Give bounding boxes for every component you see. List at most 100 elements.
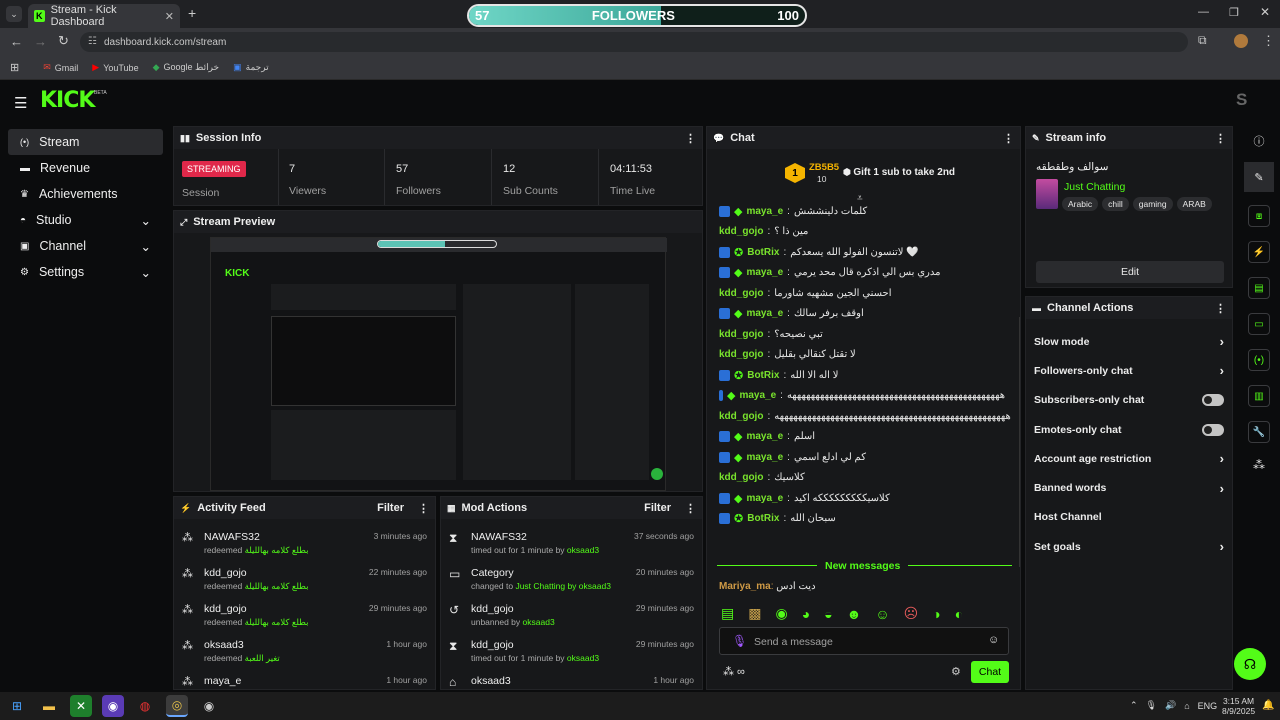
emote-icon[interactable]: ☹ [904,605,919,622]
kick-logo[interactable]: KICK [40,88,95,113]
edit-icon[interactable]: ✎ [1244,162,1274,192]
chat-username[interactable]: kdd_gojo [719,349,763,360]
windows-start-icon[interactable]: ⊞ [6,695,28,717]
emote-icon[interactable]: ◉ [775,605,787,622]
chat-input[interactable]: 🎙 Send a message ☺ [719,627,1009,655]
chat-username[interactable]: BotRix [747,370,779,381]
category-name[interactable]: Just Chatting [1064,181,1125,193]
browser-menu-icon[interactable]: ⋮ [1262,33,1275,49]
back-icon[interactable]: ← [10,34,23,49]
channel-action-slow-mode[interactable]: Slow mode › [1026,327,1232,356]
hamburger-menu-icon[interactable]: ☰ [14,94,27,112]
discord-icon[interactable]: ◉ [102,695,124,717]
toggle-switch[interactable] [1202,394,1224,407]
channel-action-account-age-restriction[interactable]: Account age restriction › [1026,444,1232,473]
channel-action-host-channel[interactable]: Host Channel [1026,503,1232,532]
emoji-picker-icon[interactable]: ☺ [988,634,999,646]
bookmark-maps[interactable]: ◆ Google خرائط [153,62,220,73]
channel-action-set-goals[interactable]: Set goals › [1026,532,1232,561]
more-options-icon[interactable]: ⋮ [1003,132,1014,145]
chat-bubble-icon[interactable]: ▭ [1248,313,1270,335]
chat-username[interactable]: BotRix [747,513,779,524]
more-options-icon[interactable]: ⋮ [418,502,429,515]
wrench-icon[interactable]: 🔧 [1248,421,1270,443]
more-options-icon[interactable]: ⋮ [1215,302,1226,315]
tab-search-icon[interactable]: ⌄ [6,6,22,22]
microphone-icon[interactable]: 🎙 [1146,700,1157,711]
chat-scrollbar[interactable] [1019,317,1020,567]
emote-icon[interactable]: ◐ [955,606,963,622]
chat-message[interactable]: ◆ maya_e: اوقف برفر سالك [707,304,1017,325]
support-headset-icon[interactable]: ☊ [1234,648,1266,680]
chat-username[interactable]: BotRix [747,247,779,258]
new-messages-divider[interactable]: New messages [817,560,909,572]
chat-username[interactable]: maya_e [746,206,783,217]
chat-username[interactable]: maya_e [746,452,783,463]
channel-action-emotes-only-chat[interactable]: Emotes-only chat [1026,415,1232,444]
chat-message[interactable]: kdd_gojo: هههههههههههههههههههههههههههههه… [707,406,1017,427]
chat-message[interactable]: kdd_gojo: احسني الجين مشهيه شاورما [707,283,1017,304]
channel-action-subscribers-only-chat[interactable]: Subscribers-only chat [1026,386,1232,415]
layout-icon[interactable]: ▥ [1248,385,1270,407]
tag-chip[interactable]: Arabic [1062,197,1099,211]
chat-username[interactable]: maya_e [746,431,783,442]
more-options-icon[interactable]: ⋮ [685,132,696,145]
chat-username[interactable]: maya_e [746,493,783,504]
more-options-icon[interactable]: ⋮ [685,502,696,515]
chat-message[interactable]: ✪ BotRix: لا اله الا الله [707,365,1017,386]
volume-icon[interactable]: 🔊 [1165,700,1176,711]
mod-filter-button[interactable]: Filter [644,502,671,514]
microphone-icon[interactable]: 🎙 [732,634,747,648]
chat-username[interactable]: kdd_gojo [719,329,763,340]
emote-icon[interactable]: ▩ [748,605,761,622]
chat-message[interactable]: ◆ maya_e: اسلم [707,427,1017,448]
site-info-icon[interactable]: ☷ [88,36,97,47]
browser-tab[interactable]: K Stream - Kick Dashboard ✕ [28,4,180,28]
chat-message[interactable]: kdd_gojo: لا تقتل كنقالي بقليل [707,345,1017,366]
chat-message[interactable]: ✪ BotRix: لاتنسون الفولو الله يسعدكم 🤍 [707,242,1017,263]
mod-action-item[interactable]: ⌂ oksaad3 1 hour ago [441,671,702,689]
sidebar-item-revenue[interactable]: ▬ Revenue [8,155,163,181]
sidebar-item-achievements[interactable]: ♛ Achievements [8,181,163,207]
chat-username[interactable]: kdd_gojo [719,226,763,237]
chat-message[interactable]: kdd_gojo: تبي نصيحه؟ [707,324,1017,345]
chat-username[interactable]: kdd_gojo [719,288,763,299]
tag-chip[interactable]: ARAB [1176,197,1212,211]
chat-username[interactable]: maya_e [746,267,783,278]
game-app-icon[interactable]: ◍ [134,695,156,717]
bookmark-youtube[interactable]: ▶ YouTube [92,62,138,73]
tag-chip[interactable]: chill [1102,197,1129,211]
info-icon[interactable]: ⓘ [1240,126,1278,156]
mod-action-item[interactable]: ▭ Category changed to Just Chatting by o… [441,563,702,599]
more-options-icon[interactable]: ⋮ [1215,132,1226,145]
activity-item[interactable]: ⁂ oksaad3 redeemed تغير اللعبة 1 hour ag… [174,635,435,671]
stream-preview-video[interactable]: KICK [210,237,667,491]
chat-message[interactable]: ◆ maya_e: كم لي ادلع اسمي [707,447,1017,468]
activity-item[interactable]: ⁂ maya_e 1 hour ago [174,671,435,689]
extensions-icon[interactable]: ⧉ [1198,33,1207,48]
edit-stream-button[interactable]: Edit [1036,261,1224,283]
chat-message[interactable]: ◆ maya_e: كلمات دلينششش [707,201,1017,222]
tag-chip[interactable]: gaming [1132,197,1173,211]
activity-filter-button[interactable]: Filter [377,502,404,514]
emote-icon[interactable]: ☺ [875,606,889,622]
chat-send-button[interactable]: Chat [971,661,1009,683]
toggle-switch[interactable] [1202,423,1224,436]
url-field[interactable]: ☷ dashboard.kick.com/stream [80,32,1188,52]
notification-bell-icon[interactable]: 🔔 [1262,700,1274,711]
language-indicator[interactable]: ENG [1198,701,1218,711]
community-icon[interactable]: ⁂ ∞ [723,665,745,678]
chat-message[interactable]: ◆ maya_e: ههههههههههههههههههههههههههههههه… [707,386,1017,407]
chat-message[interactable]: ✪ BotRix: سبحان الله [707,509,1017,530]
chat-username[interactable]: kdd_gojo [719,411,763,422]
mouse-icon[interactable]: ⌂ [1184,701,1189,711]
channel-action-banned-words[interactable]: Banned words › [1026,473,1232,502]
sidebar-item-settings[interactable]: ⚙ Settings ⌄ [8,259,163,285]
activity-item[interactable]: ⁂ kdd_gojo redeemed بطلع كلامه بهالليلة … [174,599,435,635]
mod-action-item[interactable]: ⧗ NAWAFS32 timed out for 1 minute by oks… [441,527,702,563]
mod-action-item[interactable]: ↺ kdd_gojo unbanned by oksaad3 29 minute… [441,599,702,635]
channel-action-followers-only-chat[interactable]: Followers-only chat › [1026,356,1232,385]
chrome-icon[interactable]: ◎ [166,695,188,717]
sidebar-item-channel[interactable]: ▣ Channel ⌄ [8,233,163,259]
emote-icon[interactable]: ☻ [847,606,862,622]
